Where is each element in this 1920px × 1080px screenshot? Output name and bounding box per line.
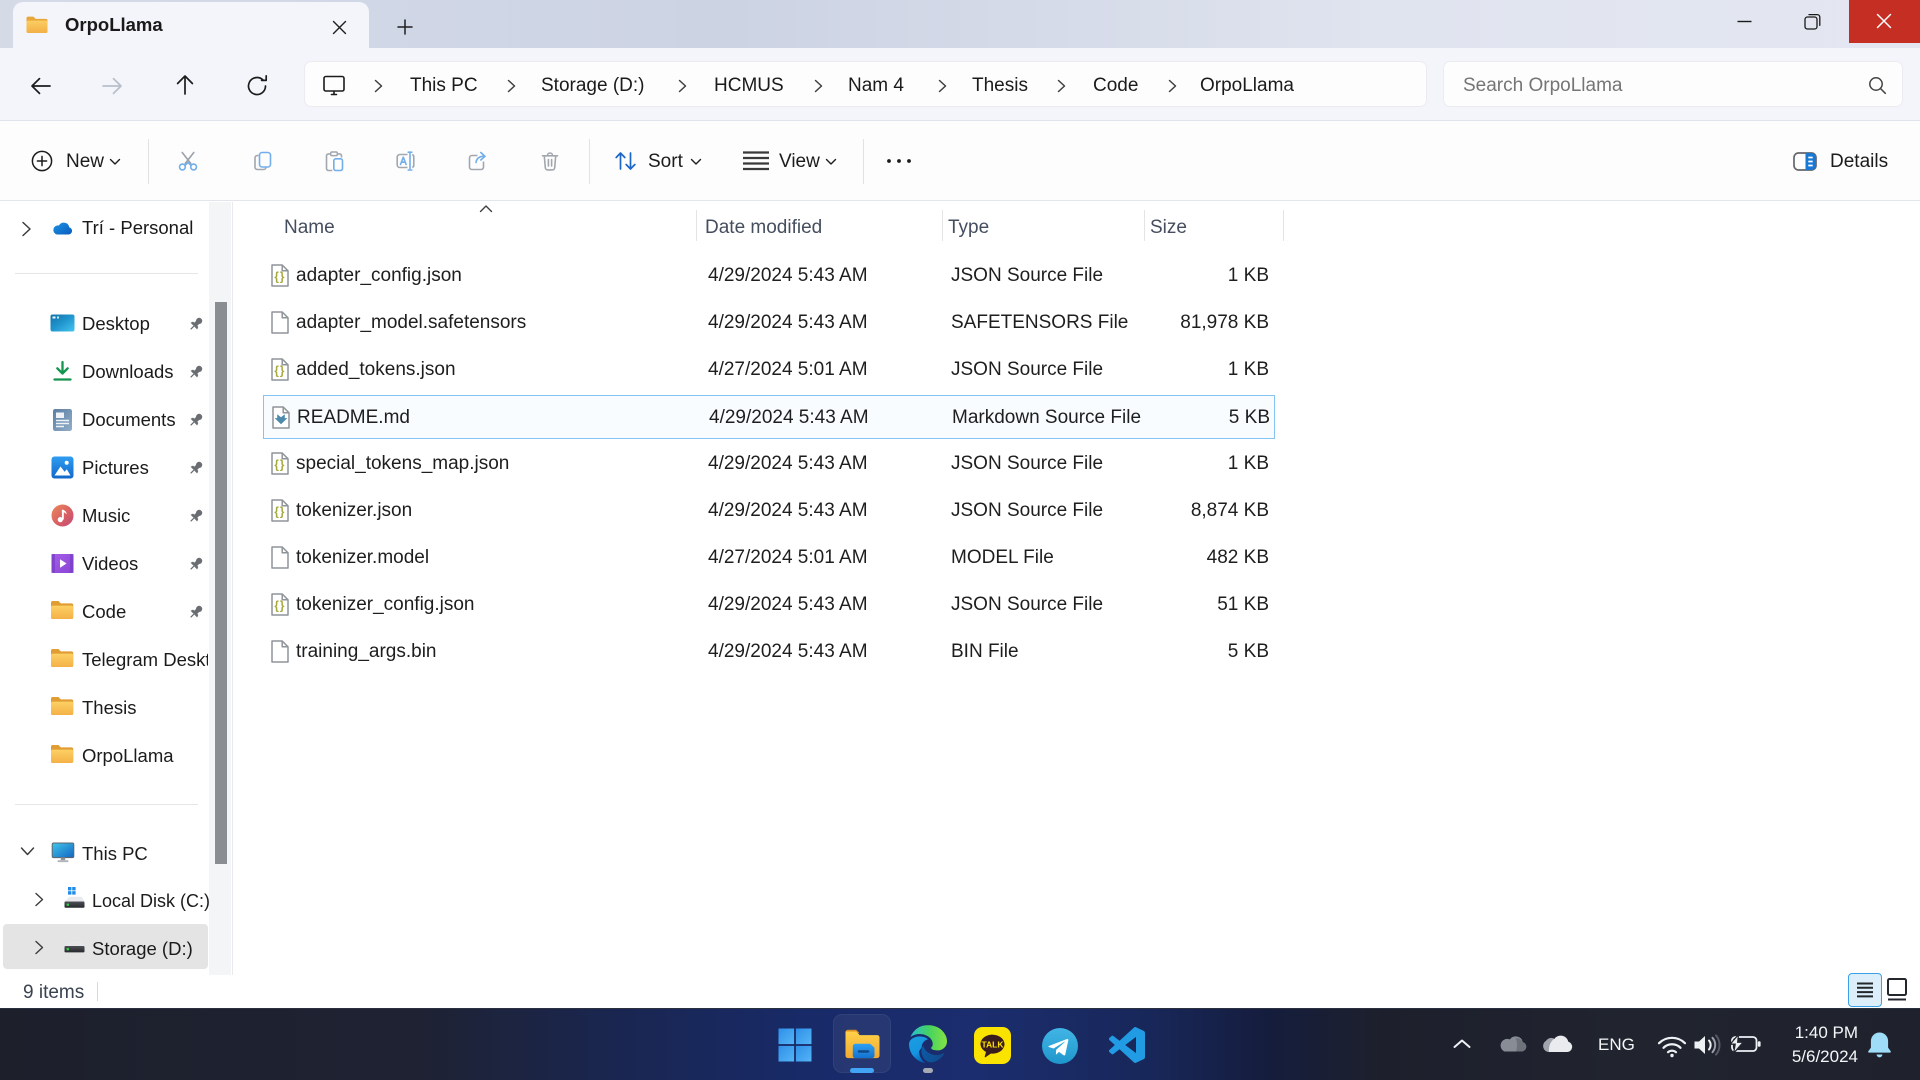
svg-text:{}: {} (274, 460, 285, 472)
svg-text:{}: {} (274, 272, 285, 284)
svg-text:{}: {} (274, 601, 285, 613)
svg-text:{}: {} (274, 507, 285, 519)
svg-text:TALK: TALK (981, 1040, 1004, 1050)
svg-text:{}: {} (274, 366, 285, 378)
